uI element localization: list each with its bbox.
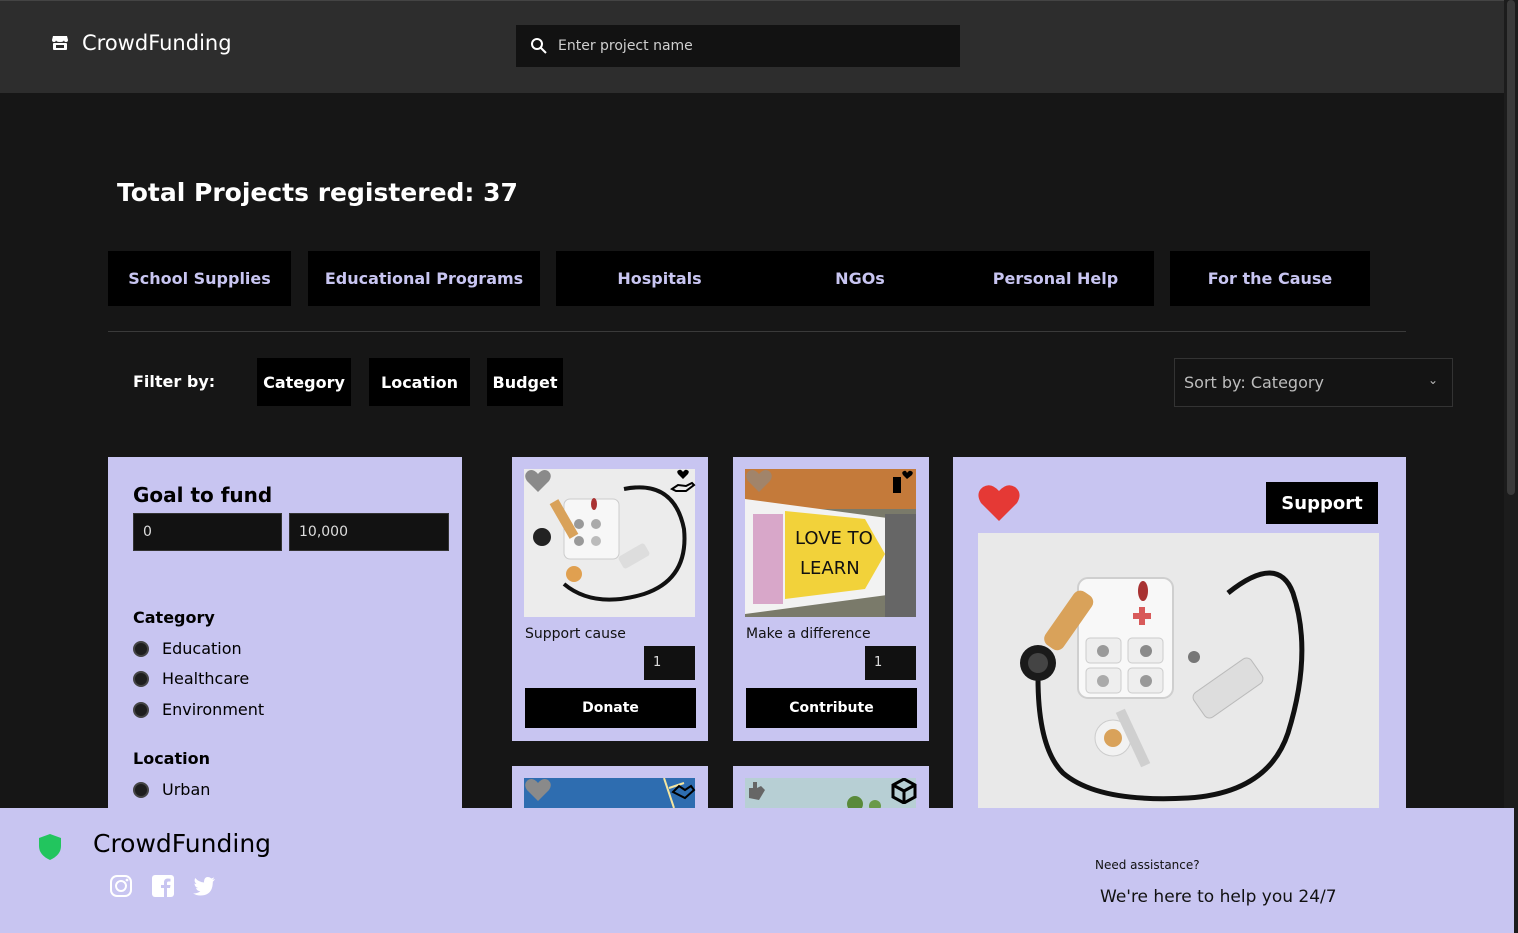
donate-button[interactable]: Donate [525,688,696,728]
category-tab-group-4: For the Cause [1170,251,1370,306]
radio-button[interactable] [133,781,149,798]
heart-icon[interactable] [745,469,773,493]
radio-environment[interactable]: Environment [133,700,264,719]
filter-location-button[interactable]: Location [369,358,470,406]
category-tab-group-2: Educational Programs [308,251,540,306]
assistance-label: Need assistance? [1095,858,1200,872]
category-tab-hospitals[interactable]: Hospitals [556,251,763,306]
hand-wave-icon [749,782,765,800]
category-tab-personal-help[interactable]: Personal Help [957,251,1154,306]
heart-icon[interactable] [977,483,1021,523]
sort-value: Sort by: Category [1184,373,1324,392]
category-tab-for-the-cause[interactable]: For the Cause [1170,251,1370,306]
instagram-icon[interactable] [109,874,133,898]
search-input[interactable] [558,38,938,54]
svg-text:LOVE TO: LOVE TO [795,528,873,549]
category-tab-group-1: School Supplies [108,251,291,306]
search-bar[interactable] [516,25,960,67]
goal-max-input[interactable] [289,513,449,551]
category-tab-educational-programs[interactable]: Educational Programs [308,251,540,306]
svg-text:LEARN: LEARN [800,558,860,579]
chevron-down-icon: ⌄ [1427,373,1438,387]
handshake-icon [671,784,696,800]
category-tab-group-3: Hospitals NGOs Personal Help [556,251,1154,306]
section-divider [108,331,1406,332]
filter-category-button[interactable]: Category [257,358,351,406]
card-caption: Make a difference [746,626,871,642]
goal-title: Goal to fund [133,483,273,507]
brand[interactable]: CrowdFunding [50,31,232,55]
featured-image-medical [978,533,1379,817]
total-projects-heading: Total Projects registered: 37 [117,178,518,207]
support-button[interactable]: Support [1266,482,1378,524]
facebook-icon[interactable] [151,874,175,898]
twitter-icon[interactable] [192,874,216,898]
radio-urban[interactable]: Urban [133,780,210,799]
quantity-input[interactable]: 1 [644,646,695,680]
footer: CrowdFunding Need assistance? We're here… [0,808,1514,933]
category-tab-ngos[interactable]: NGOs [763,251,957,306]
filter-budget-button[interactable]: Budget [487,358,563,406]
quantity-input[interactable]: 1 [865,646,916,680]
help-text: We're here to help you 24/7 [1100,887,1337,907]
store-icon [52,36,68,50]
radio-label: Environment [162,700,265,719]
category-tab-school-supplies[interactable]: School Supplies [108,251,291,306]
filter-sidebar: Goal to fund Category Education Healthca… [108,457,462,817]
project-card[interactable]: Support cause 1 Donate [512,457,708,741]
radio-label: Urban [162,780,211,799]
sort-select[interactable]: Sort by: Category ⌄ [1174,358,1453,407]
radio-healthcare[interactable]: Healthcare [133,669,249,688]
goal-min-input[interactable] [133,513,282,551]
page-scrollbar[interactable] [1504,0,1518,933]
shield-icon [39,834,61,860]
hand-heart-icon [893,470,913,493]
contribute-button[interactable]: Contribute [746,688,917,728]
search-icon [531,38,547,54]
radio-button[interactable] [133,640,149,657]
category-filter-title: Category [133,608,215,627]
footer-brand: CrowdFunding [93,829,272,858]
top-header: CrowdFunding [0,0,1504,93]
location-filter-title: Location [133,749,210,768]
unity-icon [891,778,917,804]
filter-label: Filter by: [133,372,216,391]
card-caption: Support cause [525,626,626,642]
brand-name: CrowdFunding [82,31,232,55]
radio-label: Healthcare [162,669,250,688]
project-card[interactable]: LOVE TO LEARN Make a difference 1 Contri… [733,457,929,741]
heart-icon[interactable] [524,778,552,802]
featured-project: Support [953,457,1406,817]
scrollbar-thumb[interactable] [1507,0,1515,495]
radio-label: Education [162,639,242,658]
radio-button[interactable] [133,701,149,718]
radio-education[interactable]: Education [133,639,242,658]
radio-button[interactable] [133,670,149,687]
heart-icon[interactable] [524,469,552,493]
hand-heart-icon [670,469,696,492]
